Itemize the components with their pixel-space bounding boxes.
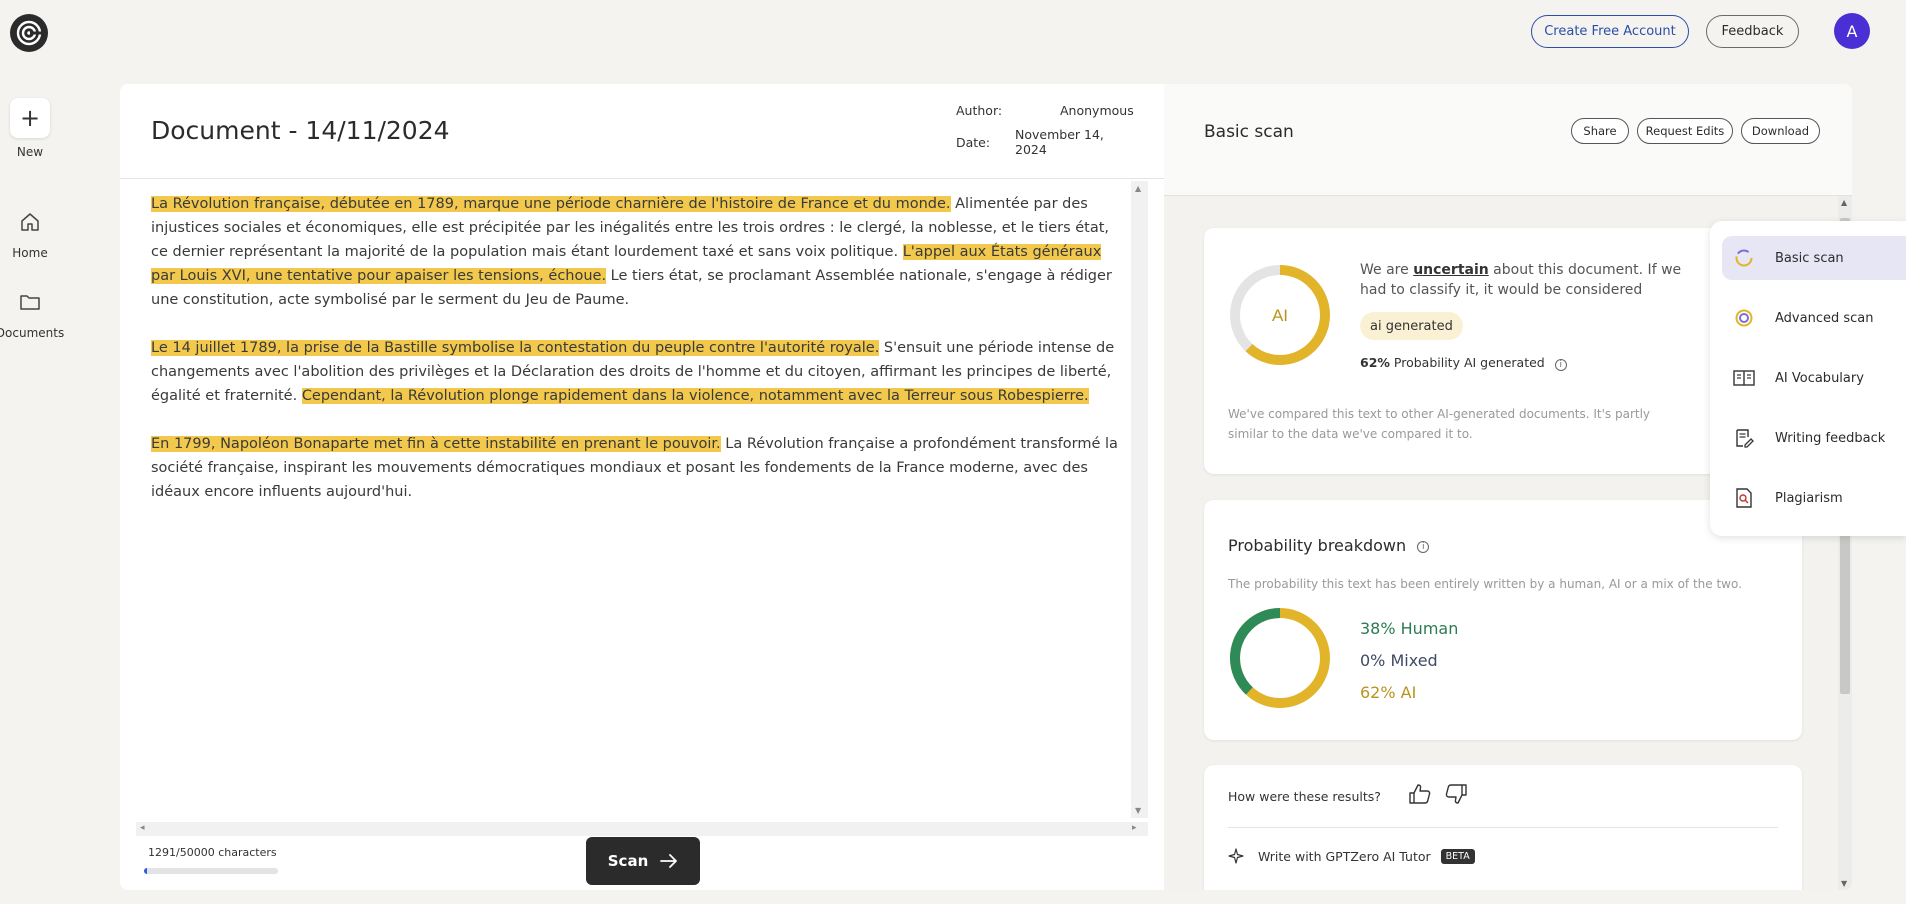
create-account-button[interactable]: Create Free Account — [1531, 15, 1689, 48]
probability-line: 62% Probability AI generated i — [1360, 355, 1567, 371]
thumbs-down-icon[interactable] — [1444, 783, 1468, 809]
breakdown-title: Probability breakdown i — [1228, 536, 1430, 555]
scan-button-label: Scan — [607, 852, 649, 870]
verdict-text: We are uncertain about this document. If… — [1360, 262, 1682, 298]
document-panel: Document - 14/11/2024 Author: Anonymous … — [120, 84, 1164, 890]
plagiarism-icon — [1733, 487, 1755, 509]
scan-title: Basic scan — [1204, 122, 1294, 142]
header-divider — [120, 178, 1164, 179]
nav-new-label: New — [16, 145, 44, 159]
gptzero-logo[interactable] — [10, 14, 48, 52]
menu-item-ai-vocabulary[interactable]: AI Vocabulary — [1722, 356, 1906, 400]
character-progress-fill — [144, 868, 148, 874]
request-edits-button[interactable]: Request Edits — [1637, 118, 1733, 144]
date-value: November 14, 2024 — [1015, 127, 1104, 157]
arrow-right-icon — [660, 854, 678, 868]
ai-percentage: 62% AI — [1360, 683, 1417, 702]
feedback-button[interactable]: Feedback — [1706, 15, 1799, 48]
folder-icon[interactable] — [18, 290, 42, 314]
ai-tutor-label: Write with GPTZero AI Tutor — [1258, 848, 1431, 864]
menu-item-advanced-scan[interactable]: Advanced scan — [1722, 296, 1906, 340]
author-value: Anonymous — [1060, 103, 1134, 118]
classification-badge: ai generated — [1360, 312, 1463, 340]
document-paragraph: La Révolution française, débutée en 1789… — [151, 192, 1121, 312]
share-button[interactable]: Share — [1571, 118, 1629, 144]
info-icon[interactable]: i — [1554, 359, 1567, 371]
scan-button[interactable]: Scan — [586, 837, 700, 885]
avatar[interactable]: A — [1834, 13, 1870, 49]
probability-breakdown-card: Probability breakdown i The probability … — [1204, 500, 1802, 740]
scroll-right-icon[interactable]: ▸ — [1132, 823, 1137, 833]
menu-item-basic-scan[interactable]: Basic scan — [1722, 236, 1906, 280]
menu-item-plagiarism[interactable]: Plagiarism — [1722, 476, 1906, 520]
download-button[interactable]: Download — [1741, 118, 1820, 144]
mixed-percentage: 0% Mixed — [1360, 651, 1438, 670]
new-document-button[interactable]: + — [10, 98, 50, 138]
scroll-left-icon[interactable]: ◂ — [140, 823, 145, 833]
vertical-scrollbar[interactable]: ▲ ▼ — [1131, 181, 1148, 818]
character-count: 1291/50000 characters — [148, 846, 277, 859]
date-label: Date: — [956, 135, 991, 150]
basic-scan-icon — [1733, 247, 1755, 269]
info-icon[interactable]: i — [1417, 540, 1430, 553]
scroll-up-icon[interactable]: ▲ — [1135, 184, 1141, 193]
feedback-question: How were these results? — [1228, 789, 1381, 804]
breakdown-donut — [1230, 608, 1330, 708]
character-progress-bar — [144, 868, 278, 874]
menu-item-writing-feedback[interactable]: Writing feedback — [1722, 416, 1906, 460]
thumbs-up-icon[interactable] — [1408, 783, 1432, 809]
sparkle-icon — [1228, 848, 1244, 864]
home-icon[interactable] — [18, 210, 42, 234]
compare-text: We've compared this text to other AI-gen… — [1228, 407, 1651, 441]
horizontal-scrollbar[interactable]: ◂ ▸ — [136, 822, 1148, 836]
results-header: Basic scan Share Request Edits Download — [1164, 84, 1852, 196]
document-paragraph: Le 14 juillet 1789, la prise de la Basti… — [151, 336, 1121, 408]
ai-highlighted-sentence[interactable]: La Révolution française, débutée en 1789… — [151, 196, 951, 212]
scroll-down-icon[interactable]: ▼ — [1135, 806, 1141, 815]
ai-highlighted-sentence[interactable]: Cependant, la Révolution plonge rapideme… — [301, 388, 1089, 404]
scroll-down-icon[interactable]: ▼ — [1841, 879, 1847, 888]
uncertain-link[interactable]: uncertain — [1413, 262, 1489, 278]
scroll-up-icon[interactable]: ▲ — [1841, 198, 1847, 207]
advanced-scan-icon — [1733, 307, 1755, 329]
ai-tutor-link[interactable]: Write with GPTZero AI Tutor BETA — [1228, 848, 1475, 864]
author-label: Author: — [956, 103, 1003, 118]
results-feedback-card: How were these results? Write with GPTZe… — [1204, 765, 1802, 890]
writing-feedback-icon — [1733, 427, 1755, 449]
book-icon — [1733, 367, 1755, 389]
feedback-divider — [1228, 827, 1778, 828]
document-text-area[interactable]: La Révolution française, débutée en 1789… — [151, 192, 1121, 528]
nav-documents-label[interactable]: Documents — [0, 326, 65, 340]
nav-home-label[interactable]: Home — [0, 246, 65, 260]
ai-highlighted-sentence[interactable]: En 1799, Napoléon Bonaparte met fin à ce… — [151, 436, 721, 452]
plus-icon: + — [19, 104, 41, 132]
document-title[interactable]: Document - 14/11/2024 — [151, 116, 450, 145]
human-percentage: 38% Human — [1360, 619, 1459, 638]
scan-type-menu: Basic scan Advanced scan AI Vocabulary W… — [1710, 221, 1906, 536]
document-paragraph: En 1799, Napoléon Bonaparte met fin à ce… — [151, 432, 1121, 504]
breakdown-description: The probability this text has been entir… — [1228, 577, 1742, 591]
ai-probability-donut: AI — [1230, 265, 1330, 365]
ai-highlighted-sentence[interactable]: Le 14 juillet 1789, la prise de la Basti… — [151, 340, 880, 356]
beta-badge: BETA — [1440, 848, 1475, 864]
donut-label: AI — [1272, 306, 1288, 325]
